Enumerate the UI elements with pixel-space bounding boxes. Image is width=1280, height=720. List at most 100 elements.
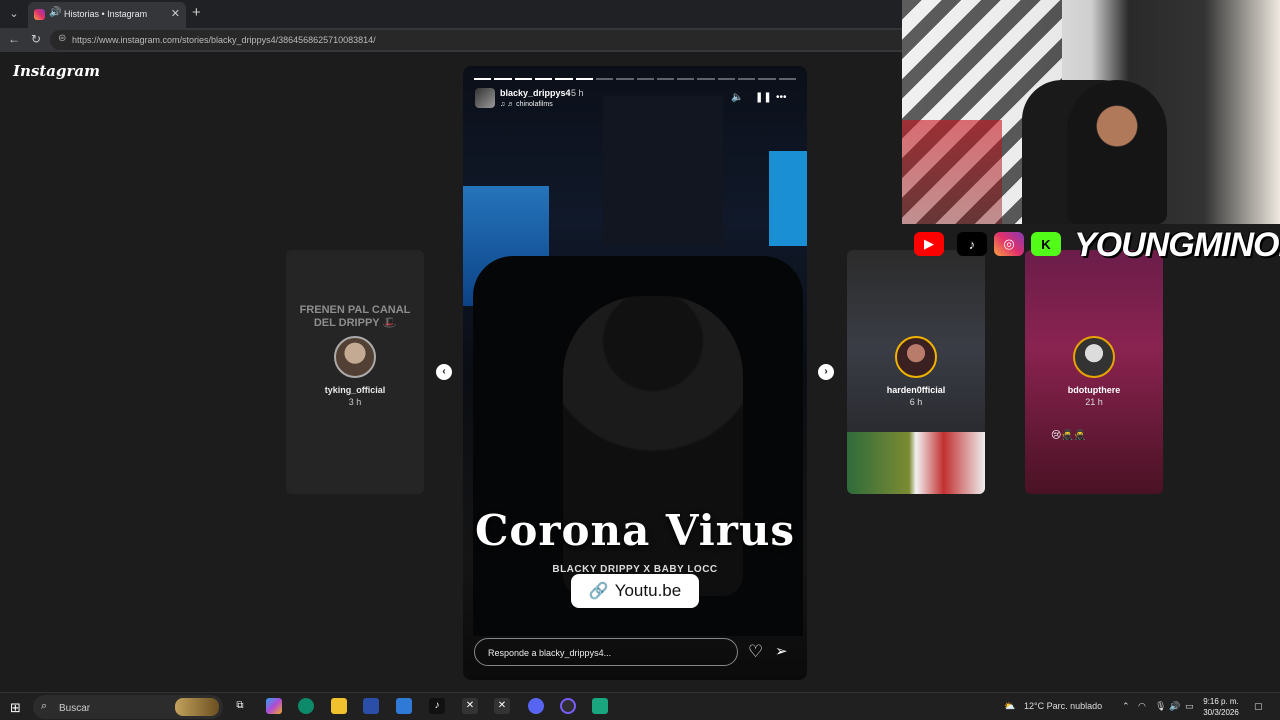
discord-icon[interactable] bbox=[528, 698, 544, 714]
story-background-sign bbox=[769, 151, 807, 246]
avatar bbox=[1073, 336, 1115, 378]
reload-icon[interactable]: ↻ bbox=[31, 32, 41, 46]
webcam-overlay bbox=[902, 0, 1280, 224]
instagram-icon: ◎ bbox=[994, 232, 1024, 256]
youtube-icon: ▶ bbox=[914, 232, 944, 256]
obs-icon[interactable] bbox=[560, 698, 576, 714]
windows-taskbar: ⊞ ⌕ Buscar ⧉ ♪ ✕ ✕ ⛅ 12°C Parc. nublado … bbox=[0, 692, 1280, 720]
speaker-icon[interactable]: 🔊 bbox=[49, 7, 61, 18]
next-story-button[interactable]: › bbox=[818, 364, 834, 380]
taskbar-search[interactable]: ⌕ Buscar bbox=[33, 695, 223, 719]
audio-credit-label: chinolafilms bbox=[516, 101, 553, 108]
battery-icon[interactable]: ▭ bbox=[1185, 701, 1194, 712]
notifications-icon[interactable]: ▢ bbox=[1254, 701, 1263, 712]
tab-list-button[interactable]: ⌄ bbox=[4, 4, 24, 24]
copilot-icon[interactable] bbox=[266, 698, 282, 714]
capcut-second-icon[interactable]: ✕ bbox=[494, 698, 510, 714]
store-icon[interactable] bbox=[363, 698, 379, 714]
music-icon: ♫ ♬ bbox=[500, 101, 515, 108]
side-story-tyking[interactable]: FRENEN PAL CANAL DEL DRIPPY 🎩 tyking_off… bbox=[286, 250, 424, 494]
progress-segment bbox=[474, 78, 492, 80]
capcut-icon[interactable]: ✕ bbox=[462, 698, 478, 714]
main-story[interactable]: blacky_drippys4 5 h ♫ ♬ chinolafilms 🔈 ❚… bbox=[463, 66, 807, 680]
avatar bbox=[334, 336, 376, 378]
weather-icon[interactable]: ⛅ bbox=[1004, 701, 1015, 712]
link-icon: 🔗 bbox=[588, 583, 609, 600]
tab-instagram-stories[interactable]: 🔊 Historias • Instagram ✕ bbox=[28, 2, 186, 28]
clock-date: 30/3/2026 bbox=[1203, 708, 1239, 717]
story-progress-bar bbox=[474, 78, 796, 80]
chevron-up-icon[interactable]: ⌃ bbox=[1122, 701, 1130, 712]
windows-start-icon[interactable]: ⊞ bbox=[10, 700, 21, 716]
story-username[interactable]: blacky_drippys4 bbox=[500, 88, 571, 98]
taskbar-clock[interactable]: 9:16 p. m. 30/3/2026 bbox=[1200, 696, 1242, 718]
webcam-streamer bbox=[1067, 80, 1167, 224]
back-arrow-icon[interactable]: ← bbox=[8, 32, 20, 46]
pause-icon[interactable]: ❚❚ bbox=[755, 92, 772, 103]
progress-segment bbox=[697, 78, 715, 80]
story-time: 3 h bbox=[348, 397, 362, 407]
progress-segment bbox=[677, 78, 695, 80]
story-thumbnail bbox=[847, 432, 985, 494]
reply-input[interactable]: Responde a blacky_drippys4... bbox=[474, 638, 738, 666]
avatar[interactable] bbox=[475, 88, 495, 108]
story-username: harden0fficial bbox=[886, 385, 946, 395]
progress-segment bbox=[494, 78, 512, 80]
weather-text[interactable]: 12°C Parc. nublado bbox=[1024, 701, 1102, 711]
story-username: bdotupthere bbox=[1067, 385, 1121, 395]
story-time: 6 h bbox=[909, 397, 923, 407]
whatsapp-icon[interactable] bbox=[592, 698, 608, 714]
progress-segment bbox=[778, 78, 796, 80]
webcam-red-light bbox=[902, 120, 1002, 224]
link-sticker[interactable]: 🔗 Youtu.be bbox=[571, 574, 699, 608]
more-options-icon[interactable]: ••• bbox=[776, 92, 787, 103]
progress-segment bbox=[636, 78, 654, 80]
network-icon[interactable]: ◠ bbox=[1138, 701, 1146, 712]
clock-time: 9:16 p. m. bbox=[1203, 697, 1239, 706]
progress-segment bbox=[738, 78, 756, 80]
url-text[interactable]: https://www.instagram.com/stories/blacky… bbox=[72, 35, 376, 45]
progress-segment bbox=[758, 78, 776, 80]
search-placeholder: Buscar bbox=[59, 703, 91, 714]
file-explorer-icon[interactable] bbox=[331, 698, 347, 714]
progress-segment bbox=[656, 78, 675, 80]
tiktok-icon: ♪ bbox=[957, 232, 987, 256]
progress-segment bbox=[534, 78, 553, 80]
close-tab-icon[interactable]: ✕ bbox=[171, 7, 180, 20]
like-heart-icon[interactable]: ♡ bbox=[748, 642, 763, 662]
progress-segment bbox=[514, 78, 532, 80]
progress-segment bbox=[575, 78, 593, 80]
url-field[interactable]: ⊜ https://www.instagram.com/stories/blac… bbox=[50, 30, 910, 50]
link-label: Youtu.be bbox=[614, 581, 682, 600]
tiktok-app-icon[interactable]: ♪ bbox=[429, 698, 445, 714]
instagram-favicon-icon bbox=[34, 9, 45, 20]
task-view-icon[interactable]: ⧉ bbox=[232, 698, 248, 714]
story-username: tyking_official bbox=[324, 385, 386, 395]
avatar bbox=[895, 336, 937, 378]
volume-icon[interactable]: 🔊 bbox=[1169, 701, 1180, 712]
mail-icon[interactable] bbox=[396, 698, 412, 714]
streamer-social-bar: ▶ ♪ ◎ K YOUNGMINOR bbox=[902, 224, 1280, 264]
site-info-icon[interactable]: ⊜ bbox=[58, 33, 66, 44]
send-icon[interactable]: ➢ bbox=[775, 642, 788, 660]
microphone-icon[interactable]: 🎙 bbox=[1155, 701, 1166, 712]
progress-segment bbox=[616, 78, 634, 80]
audio-credit[interactable]: ♫ ♬ chinolafilms bbox=[500, 101, 553, 108]
side-story-bdotupthere[interactable]: bdotupthere 21 h 😢🥷🥷 bbox=[1025, 250, 1163, 494]
story-time: 21 h bbox=[1085, 397, 1103, 407]
kick-icon: K bbox=[1031, 232, 1061, 256]
previous-story-button[interactable]: ‹ bbox=[436, 364, 452, 380]
mute-icon[interactable]: 🔈 bbox=[731, 92, 743, 103]
story-emojis: 😢🥷🥷 bbox=[1051, 430, 1087, 441]
story-title-art: Corona Virus bbox=[474, 506, 796, 555]
reply-placeholder: Responde a blacky_drippys4... bbox=[488, 648, 612, 658]
side-story-harden[interactable]: harden0fficial 6 h bbox=[847, 250, 985, 494]
streamer-brand-name: YOUNGMINOR bbox=[1074, 226, 1280, 264]
progress-segment bbox=[717, 78, 736, 80]
edge-icon[interactable] bbox=[298, 698, 314, 714]
progress-segment bbox=[595, 78, 614, 80]
story-time: 5 h bbox=[571, 88, 584, 98]
story-overlay-text: FRENEN PAL CANAL DEL DRIPPY 🎩 bbox=[299, 304, 411, 329]
new-tab-button[interactable]: + bbox=[192, 4, 201, 21]
instagram-logo[interactable]: Instagram bbox=[13, 62, 100, 80]
